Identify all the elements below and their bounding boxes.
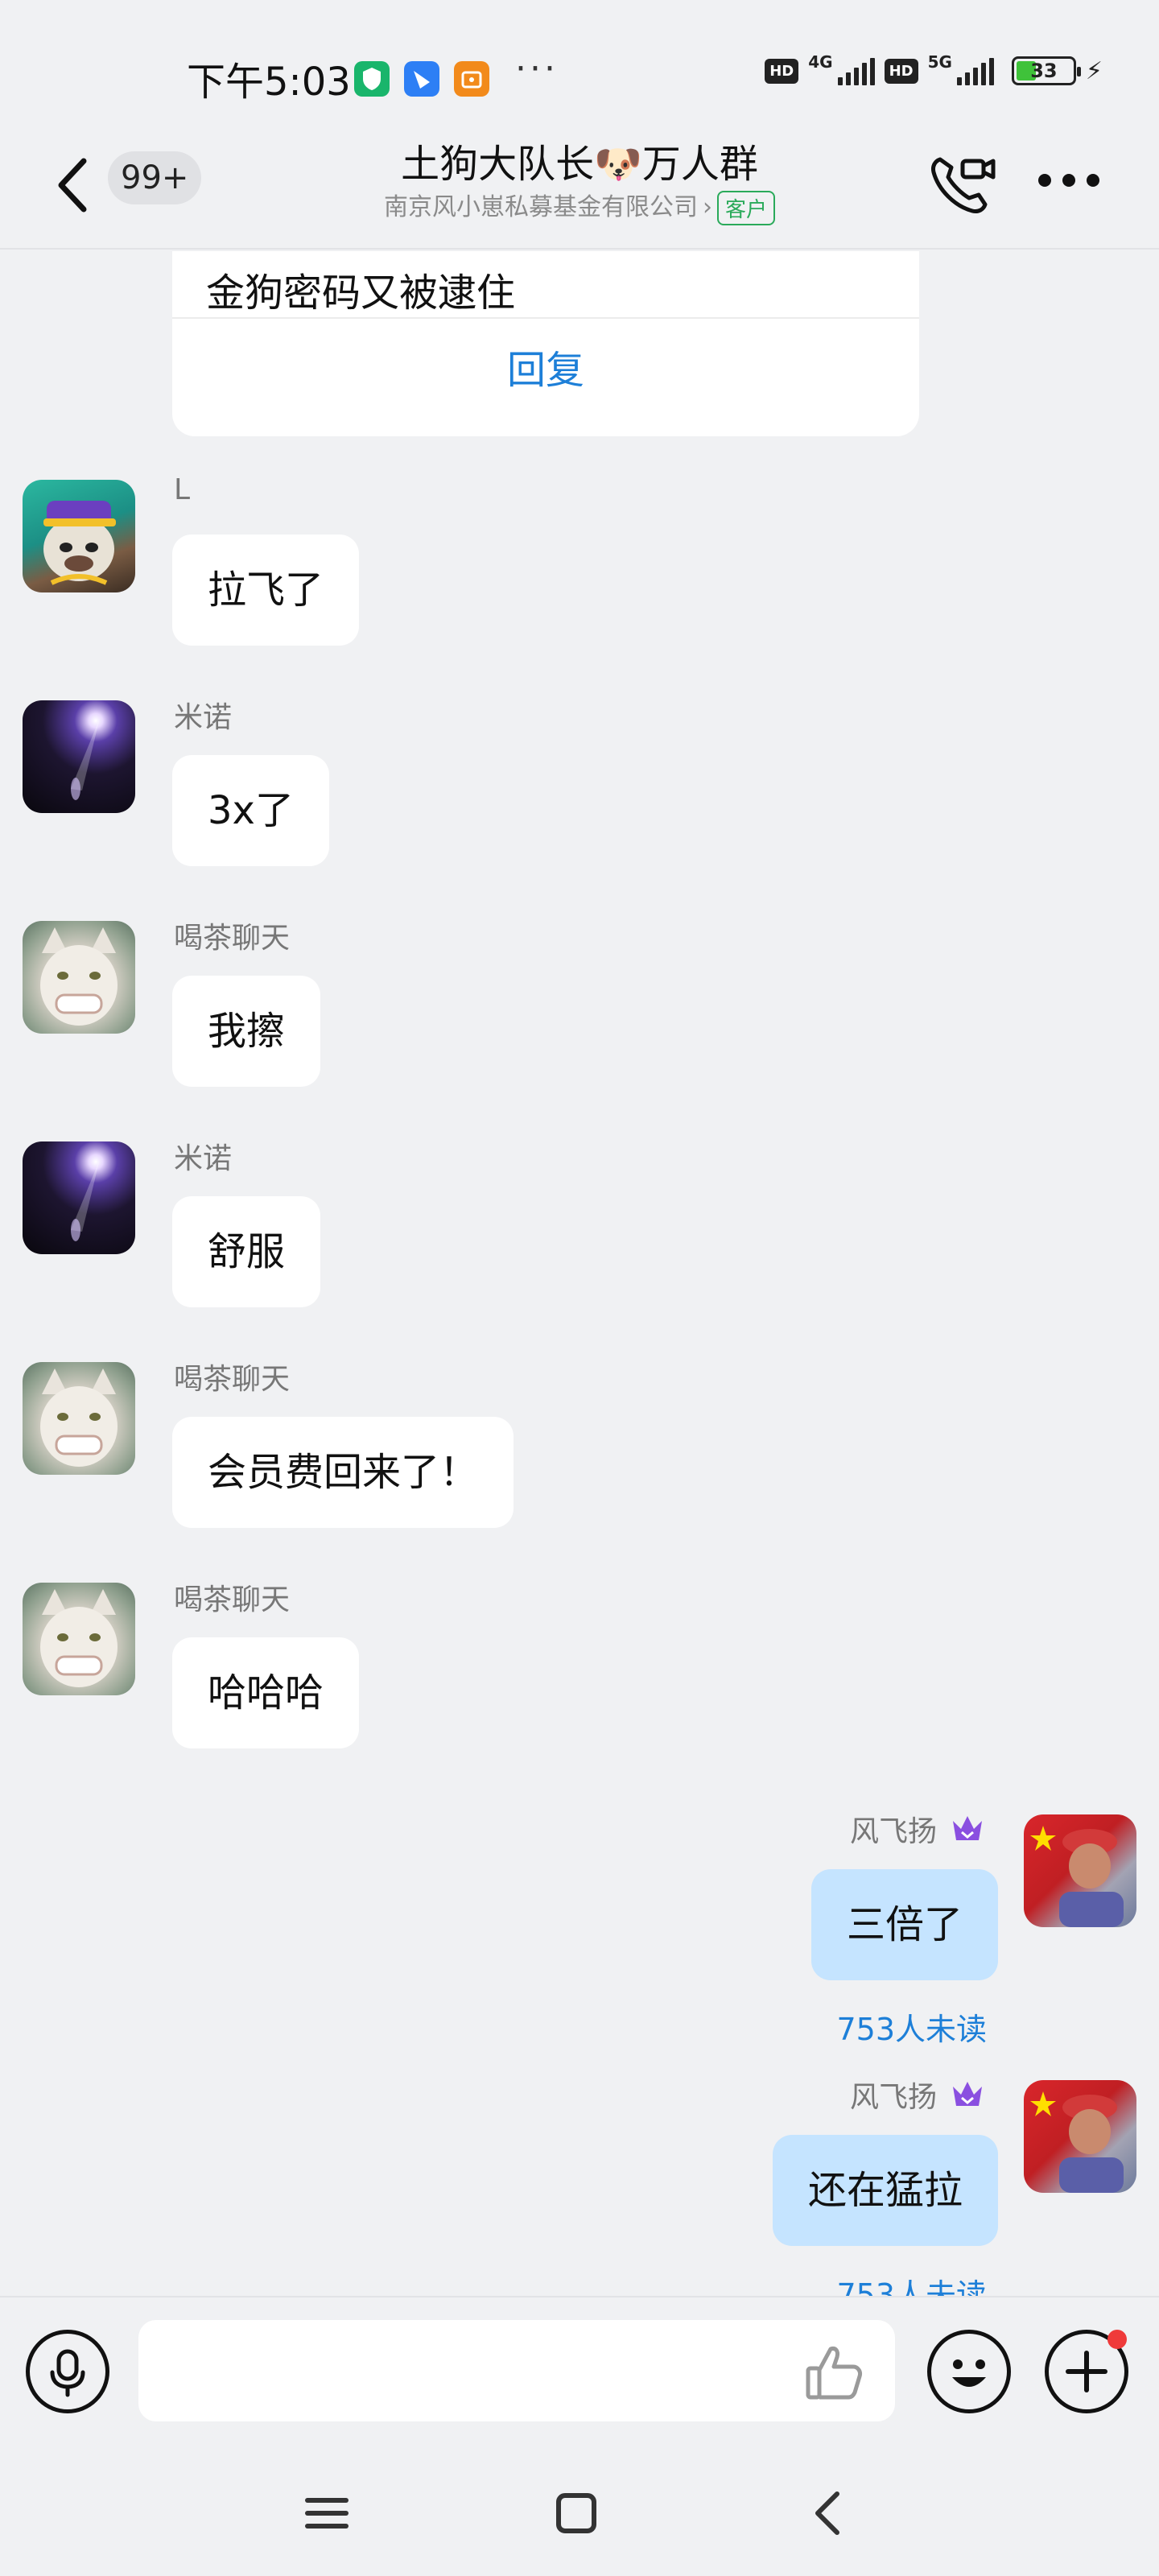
chat-header: 99+ 土狗大队长🐶万人群 南京风小崽私募基金有限公司 › 客户	[0, 129, 1159, 250]
my-sender-row: 风飞扬	[850, 1808, 985, 1850]
menu-icon	[305, 2498, 349, 2529]
microphone-icon	[50, 2349, 85, 2397]
dot-icon	[1062, 174, 1075, 187]
message-bubble[interactable]: 哈哈哈	[172, 1637, 360, 1748]
sender-name: L	[174, 473, 191, 506]
crown-badge-icon	[953, 1816, 982, 1840]
menu-nav-button[interactable]	[295, 2481, 359, 2545]
my-message-bubble[interactable]: 还在猛拉	[772, 2135, 998, 2246]
my-sender-row: 风飞扬	[850, 2074, 985, 2116]
shield-app-icon	[354, 61, 390, 97]
bulldog-avatar[interactable]	[23, 480, 135, 592]
message-input[interactable]	[138, 2320, 895, 2421]
network-type-2: 5G	[927, 52, 952, 72]
sender-name: 喝茶聊天	[174, 1363, 291, 1396]
thumbs-up-icon	[806, 2347, 862, 2400]
message-bubble[interactable]: 我擦	[172, 976, 321, 1087]
sender-name: 风飞扬	[849, 1815, 937, 1848]
org-name: 南京风小崽私募基金有限公司	[383, 193, 698, 221]
gift-app-icon	[454, 61, 489, 97]
message-list[interactable]: 金狗密码又被逮住 回复 L 拉飞了 米诺 3x了 喝茶聊天 我擦 米诺 舒服 喝…	[0, 251, 1159, 2296]
quoted-message-card[interactable]: 金狗密码又被逮住 回复	[172, 251, 919, 436]
more-options-button[interactable]	[1038, 164, 1111, 196]
dot-icon	[1038, 174, 1051, 187]
feishu-app-icon	[404, 61, 439, 97]
quoted-message-text: 金狗密码又被逮住	[206, 270, 516, 316]
sender-name: 米诺	[174, 701, 233, 734]
message-bubble[interactable]: 舒服	[172, 1196, 321, 1307]
message-bubble[interactable]: 拉飞了	[172, 535, 360, 646]
stage-light-avatar[interactable]	[23, 700, 135, 813]
stage-light-avatar[interactable]	[23, 1141, 135, 1254]
voice-input-button[interactable]	[26, 2330, 109, 2413]
hd-badge: HD	[765, 58, 799, 84]
hd-badge-2: HD	[884, 58, 918, 84]
home-nav-button[interactable]	[544, 2481, 608, 2545]
phone-video-icon	[931, 157, 996, 213]
smiley-icon	[952, 2359, 986, 2387]
reply-button[interactable]: 回复	[172, 338, 919, 394]
unread-status[interactable]: 753人未读	[836, 2004, 987, 2049]
dot-icon	[1087, 174, 1099, 187]
more-notifications-icon: ···	[515, 48, 559, 89]
my-message-bubble[interactable]: 三倍了	[810, 1869, 998, 1980]
my-avatar[interactable]	[1024, 2080, 1136, 2193]
smiling-cat-avatar[interactable]	[23, 1362, 135, 1475]
message-bubble[interactable]: 会员费回来了！	[172, 1417, 514, 1528]
video-call-button[interactable]	[926, 148, 998, 221]
status-right-group: HD 4G HD 5G 33 ⚡	[765, 52, 1103, 85]
chevron-right-icon: ›	[702, 193, 712, 221]
network-type: 4G	[808, 52, 833, 72]
signal-icon	[837, 56, 875, 85]
sender-name: 风飞扬	[849, 2081, 937, 2114]
emoji-button[interactable]	[927, 2330, 1011, 2413]
back-nav-button[interactable]	[797, 2481, 861, 2545]
chat-screen: 下午5:03 ··· HD 4G HD 5G 33 ⚡ 99+ 土狗大队长🐶万人…	[0, 0, 1159, 2576]
square-icon	[556, 2493, 596, 2533]
smiling-cat-avatar[interactable]	[23, 1583, 135, 1695]
smiling-cat-avatar[interactable]	[23, 921, 135, 1034]
unread-status[interactable]: 753人未读	[836, 2270, 987, 2296]
battery-icon: 33	[1011, 56, 1081, 85]
message-bubble[interactable]: 3x了	[172, 755, 329, 866]
status-bar: 下午5:03 ··· HD 4G HD 5G 33 ⚡	[0, 0, 1159, 145]
divider	[172, 317, 919, 319]
sender-name: 喝茶聊天	[174, 922, 291, 955]
input-bar	[0, 2296, 1159, 2449]
crown-badge-icon	[953, 2082, 982, 2106]
system-nav-bar	[0, 2449, 1159, 2576]
my-avatar[interactable]	[1024, 1814, 1136, 1927]
sender-name: 米诺	[174, 1142, 233, 1175]
battery-level: 33	[1030, 60, 1058, 82]
notification-dot	[1107, 2330, 1127, 2349]
triangle-back-icon	[815, 2491, 839, 2535]
charging-icon: ⚡	[1085, 56, 1103, 85]
sender-name: 喝茶聊天	[174, 1583, 291, 1616]
signal-icon-2	[956, 56, 994, 85]
thumbs-up-button[interactable]	[802, 2341, 866, 2405]
customer-tag: 客户	[716, 191, 775, 225]
status-time: 下午5:03	[187, 60, 351, 105]
